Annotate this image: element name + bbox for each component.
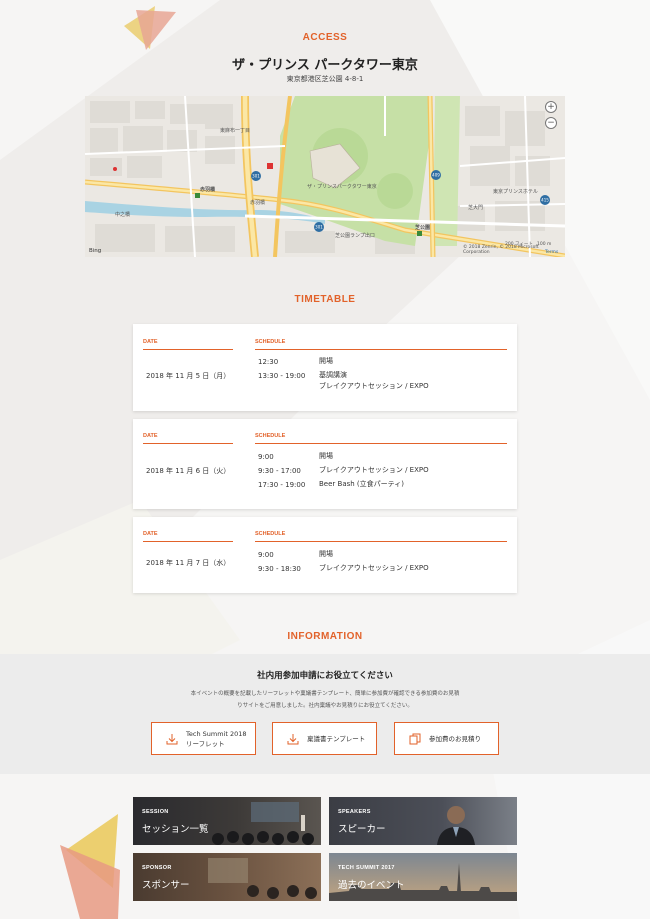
map-label-shibakoen: 芝公園: [415, 225, 431, 231]
timetable-event: ブレイクアウトセッション / EXPO: [319, 466, 429, 474]
timetable-event: ブレイクアウトセッション / EXPO: [319, 564, 429, 572]
svg-text:409: 409: [432, 173, 440, 178]
date-column-header: DATE: [143, 339, 233, 350]
information-description-line1: 本イベントの概要を記載したリーフレットや稟議書テンプレート、簡単に参加費が確認で…: [190, 691, 460, 697]
past-events-tile[interactable]: TECH SUMMIT 2017 過去のイベント: [329, 853, 517, 901]
timetable-time: 17:30 - 19:00: [258, 481, 306, 489]
bing-logo: Bing: [89, 248, 102, 254]
information-band: 社内用参加申請にお役立てください 本イベントの概要を記載したリーフレットや稟議書…: [0, 654, 650, 774]
copy-icon: [409, 733, 421, 744]
svg-text:415: 415: [541, 198, 549, 203]
speakers-tile[interactable]: SPEAKERS スピーカー: [329, 797, 517, 845]
timetable-card-day2: DATE SCHEDULE 2018 年 11 月 6 日（火） 9:00 開場…: [133, 419, 517, 509]
timetable-time: 13:30 - 19:00: [258, 372, 306, 380]
template-download-label: 稟議書テンプレート: [307, 734, 366, 743]
timetable-event: 開場: [319, 550, 333, 558]
timetable-card-day1: DATE SCHEDULE 2018 年 11 月 5 日（月） 12:30 開…: [133, 324, 517, 411]
information-description-line2: りサイトをご用意しました。社内稟議やお見積りにお役立てください。: [237, 703, 413, 709]
map-terms-link[interactable]: Terms: [545, 250, 558, 255]
timetable-date: 2018 年 11 月 6 日（火）: [146, 467, 231, 475]
information-heading: INFORMATION: [287, 631, 363, 642]
venue-name: ザ・プリンス パークタワー東京: [232, 58, 418, 73]
timetable-event: 開場: [319, 357, 333, 365]
map-label-hotel: ザ・プリンスパークタワー東京: [307, 184, 377, 190]
template-download-button[interactable]: 稟議書テンプレート: [272, 722, 377, 755]
timetable-event: 基調講演 ブレイクアウトセッション / EXPO: [319, 371, 429, 390]
map-label-akabanebashi-crossing: 赤羽橋: [250, 200, 266, 206]
download-icon: [287, 733, 299, 744]
past-events-tile-subtitle: TECH SUMMIT 2017: [338, 865, 395, 871]
timetable-event: Beer Bash (立食パーティ): [319, 480, 404, 488]
timetable-time: 9:00: [258, 551, 274, 559]
map-canvas: 301 301 409 415: [85, 96, 565, 257]
map-label-nakanohashi: 中之橋: [115, 212, 131, 218]
leaflet-download-label: Tech Summit 2018 リーフレット: [186, 729, 247, 748]
timetable-time: 9:30 - 18:30: [258, 565, 301, 573]
svg-text:301: 301: [315, 225, 323, 230]
sponsor-tile-subtitle: SPONSOR: [142, 865, 172, 871]
map-label-akabanebashi: 赤羽橋: [200, 187, 216, 193]
timetable-date: 2018 年 11 月 7 日（水）: [146, 559, 231, 567]
schedule-column-header: SCHEDULE: [255, 531, 507, 542]
map-zoom-in-button[interactable]: +: [545, 101, 557, 113]
fee-estimate-label: 参加費のお見積り: [429, 734, 481, 743]
date-column-header: DATE: [143, 531, 233, 542]
access-heading: ACCESS: [302, 32, 348, 43]
sponsor-tile[interactable]: SPONSOR スポンサー: [133, 853, 321, 901]
session-tile[interactable]: SESSION セッション一覧: [133, 797, 321, 845]
map-zoom-out-button[interactable]: −: [545, 117, 557, 129]
venue-address: 東京都港区芝公園 4-8-1: [286, 75, 364, 83]
timetable-date: 2018 年 11 月 5 日（月）: [146, 372, 231, 380]
fee-estimate-button[interactable]: 参加費のお見積り: [394, 722, 499, 755]
speakers-tile-subtitle: SPEAKERS: [338, 809, 371, 815]
information-title: 社内用参加申請にお役立てください: [257, 671, 393, 681]
past-events-tile-title: 過去のイベント: [338, 880, 405, 891]
timetable-time: 12:30: [258, 358, 279, 366]
map-label-higashi-azabu: 東麻布一丁目: [220, 128, 251, 134]
timetable-card-day3: DATE SCHEDULE 2018 年 11 月 7 日（水） 9:00 開場…: [133, 517, 517, 593]
map-label-shibakoen-exit: 芝公園ランプ出口: [335, 233, 375, 239]
svg-text:301: 301: [252, 174, 260, 179]
timetable-time: 9:00: [258, 453, 274, 461]
date-column-header: DATE: [143, 433, 233, 444]
map-label-shiba-daimon: 芝大門: [468, 205, 484, 211]
speakers-tile-title: スピーカー: [338, 824, 386, 835]
sponsor-tile-title: スポンサー: [142, 880, 190, 891]
timetable-time: 9:30 - 17:00: [258, 467, 301, 475]
leaflet-download-button[interactable]: Tech Summit 2018 リーフレット: [151, 722, 256, 755]
timetable-event: 開場: [319, 452, 333, 460]
schedule-column-header: SCHEDULE: [255, 339, 507, 350]
session-tile-subtitle: SESSION: [142, 809, 169, 815]
timetable-heading: TIMETABLE: [294, 294, 356, 305]
download-icon: [166, 733, 178, 744]
schedule-column-header: SCHEDULE: [255, 433, 507, 444]
map-label-tokyo-prince: 東京プリンスホテル: [493, 189, 538, 195]
venue-map[interactable]: 301 301 409 415 赤羽橋 赤羽橋 芝公園 芝公園ランプ出口 ザ・プ…: [85, 96, 565, 257]
session-tile-title: セッション一覧: [142, 824, 209, 835]
